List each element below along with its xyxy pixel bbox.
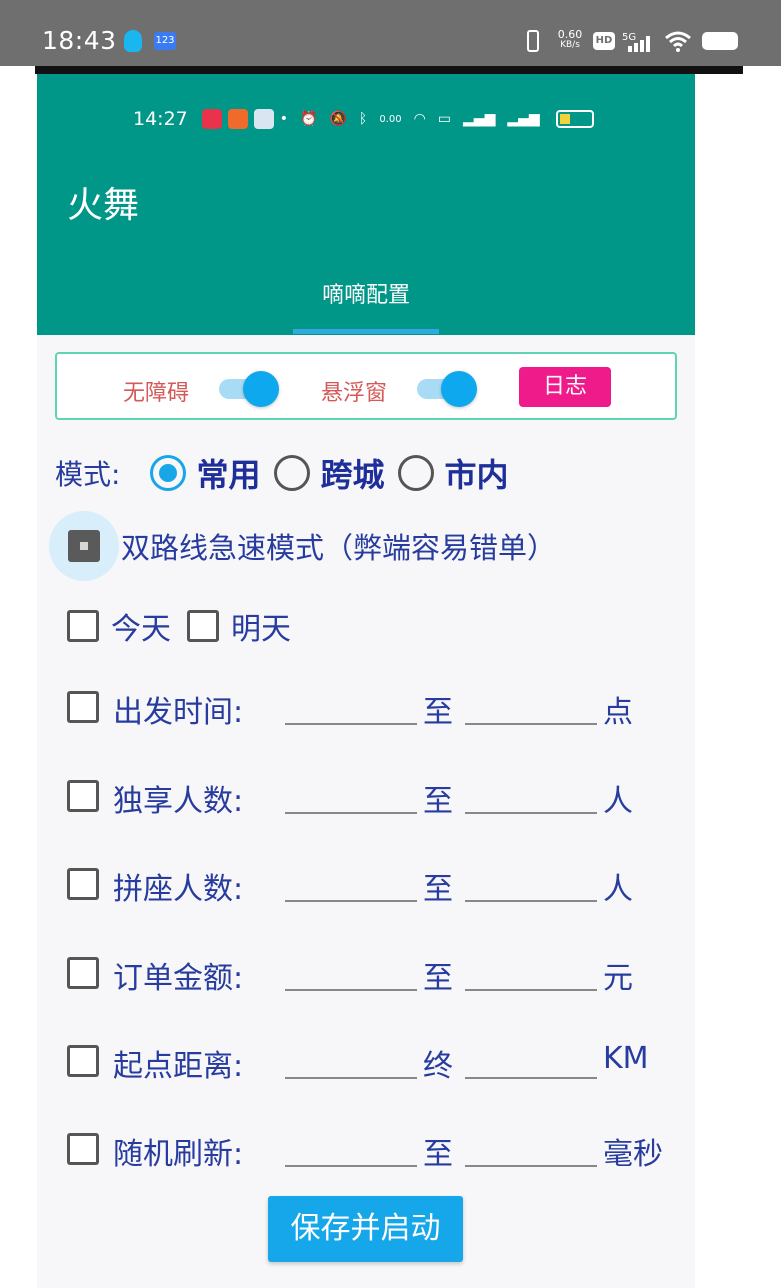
range-unit: 毫秒 (603, 1137, 663, 1172)
range-unit: 元 (603, 961, 633, 996)
app-status-bar: 14:27 • ⏰ 🔕 ᛒ 0.00 ◠ ▭ ▂▄▆ ▂▄▆ (133, 107, 594, 131)
radio-unselected-icon (398, 455, 435, 491)
filter-row-solo-passengers: 独享人数: 至 人 (67, 774, 687, 819)
floating-window-switch[interactable] (417, 371, 477, 407)
signal-icon: 5G (622, 30, 654, 52)
filter-checkbox[interactable] (67, 1045, 99, 1077)
mode-option-common[interactable]: 常用 (150, 450, 260, 496)
radio-selected-icon (150, 455, 187, 491)
filter-row-start-distance: 起点距离: 终 KM (67, 1039, 687, 1084)
range-to-input[interactable] (465, 951, 597, 991)
today-label: 今天 (111, 612, 171, 647)
app-signal-icon: ▂▄▆ (463, 111, 496, 127)
app-status-time: 14:27 (133, 108, 188, 130)
range-to-input[interactable] (465, 774, 597, 814)
notification-app-icon (227, 109, 248, 129)
range-to-input[interactable] (465, 1039, 597, 1079)
radio-unselected-icon (274, 455, 311, 491)
checkbox-checked-icon (68, 530, 100, 562)
battery-icon (700, 30, 740, 52)
network-speed: 0.60 KB/s (557, 28, 583, 50)
recording-frame-edge (35, 66, 743, 74)
filter-row-departure-time: 出发时间: 至 点 (67, 685, 687, 730)
more-notifications-icon: • (279, 111, 289, 127)
range-to-input[interactable] (465, 1127, 597, 1167)
mode-option-intracity[interactable]: 市内 (398, 450, 508, 496)
filter-label: 独享人数: (113, 784, 244, 819)
fast-mode-checkbox[interactable]: 双路线急速模式（弊端容易错单） (49, 510, 556, 582)
tab-didi-config[interactable]: 嘀嘀配置 (293, 277, 439, 309)
hd-icon: HD (592, 30, 616, 52)
day-selector: 今天 明天 (67, 606, 307, 647)
filter-checkbox[interactable] (67, 868, 99, 900)
range-from-input[interactable] (285, 685, 417, 725)
tomorrow-label: 明天 (231, 612, 291, 647)
chat-app-icon (253, 109, 274, 129)
app-signal-2-icon: ▂▄▆ (507, 111, 540, 127)
floating-window-label: 悬浮窗 (321, 381, 388, 406)
range-unit: 人 (603, 872, 633, 907)
range-unit: KM (603, 1041, 649, 1076)
accessibility-label: 无障碍 (123, 381, 190, 406)
qq-icon (122, 30, 144, 52)
device-time: 18:43 (42, 26, 117, 55)
app-network-speed: 0.00 (379, 113, 402, 125)
mode-option-intercity[interactable]: 跨城 (274, 450, 384, 496)
mute-icon: 🔕 (329, 111, 347, 127)
app-123-icon: 123 (154, 30, 176, 52)
vibrate-icon (520, 30, 546, 52)
filter-checkbox[interactable] (67, 957, 99, 989)
app-title: 火舞 (67, 185, 140, 226)
log-button[interactable]: 日志 (519, 367, 611, 407)
filter-label: 拼座人数: (113, 872, 244, 907)
tomorrow-checkbox[interactable] (187, 610, 219, 642)
filter-row-order-amount: 订单金额: 至 元 (67, 951, 687, 996)
toggle-panel: 无障碍 悬浮窗 日志 (55, 352, 677, 420)
app-battery-icon (555, 110, 594, 128)
fast-mode-label: 双路线急速模式（弊端容易错单） (121, 531, 557, 565)
filter-label: 订单金额: (113, 961, 244, 996)
filter-label: 随机刷新: (113, 1137, 244, 1172)
range-to-input[interactable] (465, 685, 597, 725)
app-wifi-icon: ◠ (413, 111, 426, 127)
wifi-icon (664, 30, 692, 52)
range-separator: 至 (423, 784, 453, 819)
filter-checkbox[interactable] (67, 691, 99, 723)
filter-checkbox[interactable] (67, 780, 99, 812)
range-separator: 至 (423, 961, 453, 996)
range-to-input[interactable] (465, 862, 597, 902)
save-and-start-button[interactable]: 保存并启动 (268, 1196, 463, 1262)
filter-checkbox[interactable] (67, 1133, 99, 1165)
filter-label: 起点距离: (113, 1049, 244, 1084)
range-unit: 点 (603, 695, 633, 730)
app-screen: 14:27 • ⏰ 🔕 ᛒ 0.00 ◠ ▭ ▂▄▆ ▂▄▆ 火舞 嘀嘀配置 无… (37, 74, 695, 1288)
mode-label: 模式: (55, 458, 121, 491)
range-separator: 至 (423, 695, 453, 730)
tab-indicator (293, 329, 439, 334)
range-from-input[interactable] (285, 1127, 417, 1167)
range-from-input[interactable] (285, 862, 417, 902)
checkbox-ripple (49, 511, 119, 581)
app-hd-icon: ▭ (437, 111, 452, 127)
filter-label: 出发时间: (113, 695, 244, 730)
svg-text:5G: 5G (622, 32, 636, 43)
video-app-icon (201, 109, 222, 129)
filter-row-random-refresh: 随机刷新: 至 毫秒 (67, 1127, 687, 1172)
alarm-icon: ⏰ (300, 111, 318, 127)
range-separator: 终 (423, 1049, 453, 1084)
filter-row-carpool-passengers: 拼座人数: 至 人 (67, 862, 687, 907)
range-from-input[interactable] (285, 774, 417, 814)
accessibility-switch[interactable] (219, 371, 279, 407)
range-separator: 至 (423, 1137, 453, 1172)
device-status-bar: 18:43 123 0.60 KB/s HD 5G (0, 0, 781, 66)
range-from-input[interactable] (285, 951, 417, 991)
app-header: 14:27 • ⏰ 🔕 ᛒ 0.00 ◠ ▭ ▂▄▆ ▂▄▆ 火舞 嘀嘀配置 (37, 74, 695, 335)
mode-selector: 模式: 常用 跨城 市内 (55, 449, 522, 497)
range-separator: 至 (423, 872, 453, 907)
today-checkbox[interactable] (67, 610, 99, 642)
bluetooth-icon: ᛒ (358, 111, 368, 127)
range-from-input[interactable] (285, 1039, 417, 1079)
range-unit: 人 (603, 784, 633, 819)
